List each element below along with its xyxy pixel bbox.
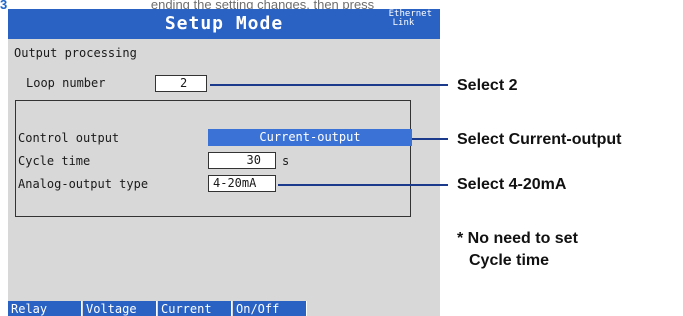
softkey-bar: Relay Voltage Current On/Off <box>8 301 440 316</box>
callout-select-current-output: Select Current-output <box>457 131 622 148</box>
window-title: Setup Mode <box>164 13 284 34</box>
softkey-relay[interactable]: Relay <box>8 301 82 316</box>
callout-line-loop <box>210 84 448 86</box>
setup-screen: Setup Mode Ethernet Link Output processi… <box>8 9 440 316</box>
cycle-time-label: Cycle time <box>18 154 91 168</box>
loop-number-field[interactable]: 2 <box>155 75 207 92</box>
callout-select-2: Select 2 <box>457 77 518 94</box>
cycle-time-unit: s <box>282 154 290 168</box>
caption-fragment: 3 ending the setting changes, then press <box>0 0 683 9</box>
ethernet-status: Ethernet Link <box>389 10 432 28</box>
note-cycle-time: * No need to set Cycle time <box>457 228 578 272</box>
link-label: Link <box>392 18 415 28</box>
note-line-2: Cycle time <box>469 252 550 269</box>
caption-text: ending the setting changes, then press <box>150 0 375 9</box>
softkey-current[interactable]: Current <box>158 301 232 316</box>
cycle-time-field[interactable]: 30 <box>208 152 276 169</box>
control-output-label: Control output <box>18 131 120 145</box>
analog-output-field[interactable]: 4-20mA <box>208 175 276 192</box>
loop-number-label: Loop number <box>26 76 106 90</box>
title-bar: Setup Mode Ethernet Link <box>8 9 440 39</box>
caption-highlight: 3 <box>0 0 8 9</box>
analog-output-label: Analog-output type <box>18 177 149 191</box>
callout-line-analog <box>278 184 448 186</box>
callout-select-4-20ma: Select 4-20mA <box>457 176 567 193</box>
section-heading: Output processing <box>14 46 137 60</box>
note-line-1: * No need to set <box>457 230 578 247</box>
callout-line-control <box>412 138 448 140</box>
control-output-field[interactable]: Current-output <box>208 129 412 146</box>
softkey-voltage[interactable]: Voltage <box>83 301 157 316</box>
softkey-on-off[interactable]: On/Off <box>233 301 307 316</box>
